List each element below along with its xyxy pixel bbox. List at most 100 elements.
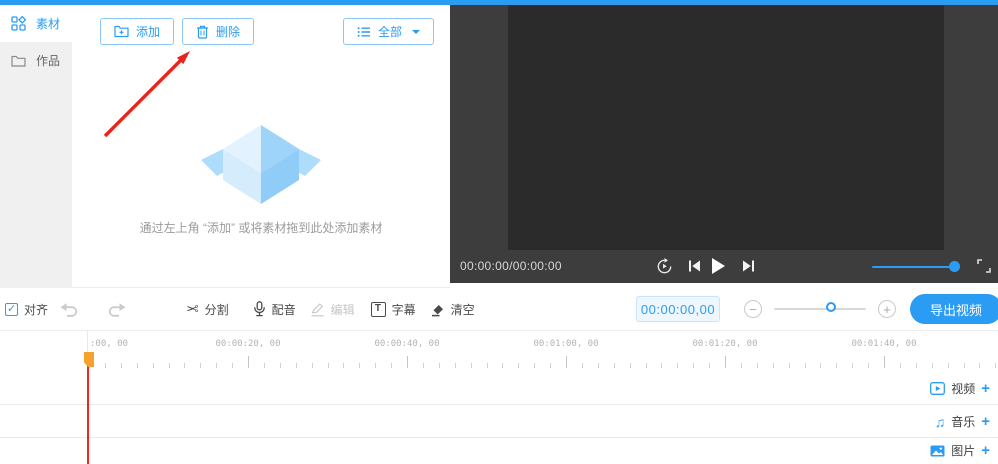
ruler-tick — [518, 363, 520, 368]
timeline-zoom-slider[interactable] — [773, 302, 866, 312]
add-button-label: 添加 — [136, 25, 161, 39]
ruler-tick — [327, 363, 329, 368]
track-label: 图片 — [951, 444, 976, 458]
filter-selected-label: 全部 — [377, 25, 402, 39]
edit-label: 编辑 — [330, 302, 355, 317]
ruler-tick — [915, 363, 917, 368]
ruler-tick — [995, 363, 997, 368]
ruler-tick — [200, 363, 202, 368]
ruler-tick — [152, 363, 154, 368]
export-video-button[interactable]: 导出视频 — [909, 294, 998, 324]
pencil-icon — [310, 302, 325, 317]
ruler-time-label: 00:01:00, 00 — [533, 339, 599, 349]
ruler-tick — [613, 363, 615, 368]
scissors-icon: ✂ — [186, 300, 199, 318]
folder-plus-icon — [114, 25, 129, 38]
skip-to-start-button[interactable] — [688, 260, 701, 272]
ruler-tick — [311, 363, 313, 368]
clear-button[interactable]: 清空 — [430, 301, 475, 318]
ruler-tick — [947, 363, 949, 368]
skip-to-end-button[interactable] — [742, 260, 755, 272]
video-track-header: 视频 + — [930, 380, 990, 397]
ruler-tick — [470, 363, 472, 368]
align-checkbox[interactable] — [5, 302, 18, 316]
split-button[interactable]: ✂ 分割 — [186, 301, 229, 318]
volume-slider-knob[interactable] — [949, 261, 960, 272]
ruler-tick — [629, 363, 631, 368]
music-note-icon: ♫ — [934, 413, 946, 430]
video-icon — [930, 382, 946, 395]
video-preview: 00:00:00/00:00:00 — [450, 5, 998, 283]
volume-slider[interactable] — [872, 266, 960, 268]
ruler-tick — [120, 363, 122, 368]
empty-hint-text: 通过左上角 “添加” 或将素材拖到此处添加素材 — [139, 221, 383, 235]
timeline-ruler[interactable]: :00, 00 00:00:20, 00 00:00:40, 00 00:01:00,… — [88, 331, 998, 371]
clear-label: 清空 — [450, 302, 475, 317]
align-toggle[interactable]: 对齐 — [5, 301, 48, 318]
sidebar-item-materials[interactable]: 素材 — [0, 5, 72, 42]
split-label: 分割 — [204, 302, 229, 317]
ruler-tick — [454, 363, 456, 368]
player-controls: 00:00:00/00:00:00 — [450, 250, 998, 283]
fullscreen-icon[interactable] — [977, 259, 991, 273]
music-track-lane[interactable] — [88, 404, 998, 437]
undo-button[interactable] — [60, 302, 80, 317]
ruler-tick — [279, 363, 281, 368]
ruler-tick — [677, 363, 679, 368]
ruler-time-label: 00:01:40, 00 — [851, 339, 917, 349]
image-track-header: 图片 + — [930, 442, 990, 459]
ruler-time-label: 00:00:40, 00 — [374, 339, 440, 349]
align-label: 对齐 — [24, 302, 49, 317]
timeline-zoom-out-button[interactable]: − — [743, 300, 762, 318]
ruler-tick — [788, 363, 790, 368]
ruler-tick — [263, 363, 265, 368]
empty-box-illustration — [72, 103, 450, 205]
ruler-tick — [486, 363, 488, 368]
add-music-button[interactable]: + — [981, 414, 990, 429]
video-canvas — [508, 5, 944, 250]
loop-play-button[interactable] — [656, 258, 673, 275]
playhead-handle[interactable] — [84, 352, 94, 367]
delete-button[interactable]: 删除 — [182, 18, 255, 45]
player-time-display: 00:00:00/00:00:00 — [460, 259, 562, 273]
microphone-icon — [253, 301, 266, 317]
add-button[interactable]: 添加 — [100, 18, 175, 45]
add-image-button[interactable]: + — [981, 443, 990, 458]
filter-dropdown[interactable]: 全部 — [342, 18, 434, 45]
play-button[interactable] — [712, 258, 725, 274]
image-icon — [930, 445, 945, 457]
track-label: 音乐 — [951, 415, 976, 429]
video-track-lane[interactable] — [88, 371, 998, 404]
current-time-input[interactable]: 00:00:00,00 — [635, 296, 720, 322]
ruler-tick — [836, 363, 838, 368]
ruler-tick — [359, 363, 361, 368]
dubbing-button[interactable]: 配音 — [253, 301, 296, 318]
ruler-tick — [534, 363, 536, 368]
track-label: 视频 — [951, 382, 976, 396]
sidebar-item-label: 作品 — [36, 54, 61, 68]
folder-icon — [11, 55, 26, 67]
ruler-tick — [502, 363, 504, 368]
ruler-tick — [725, 356, 726, 368]
ruler-tick — [216, 363, 218, 368]
ruler-tick — [868, 363, 870, 368]
ruler-tick — [740, 363, 742, 368]
edit-button[interactable]: 编辑 — [310, 301, 355, 318]
redo-button[interactable] — [106, 302, 126, 317]
timeline-zoom-knob[interactable] — [825, 302, 836, 312]
timeline-zoom-in-button[interactable]: + — [877, 300, 896, 318]
subtitle-t-icon — [370, 301, 386, 317]
ruler-tick — [852, 363, 854, 368]
subtitle-button[interactable]: 字幕 — [370, 301, 416, 318]
ruler-time-label: 00:00:20, 00 — [215, 339, 281, 349]
sidebar-item-label: 素材 — [36, 17, 61, 31]
ruler-tick — [248, 356, 249, 368]
add-video-button[interactable]: + — [981, 381, 990, 396]
sidebar-item-works[interactable]: 作品 — [0, 42, 72, 79]
ruler-tick — [184, 363, 186, 368]
ruler-tick — [581, 363, 583, 368]
delete-button-label: 删除 — [216, 25, 241, 39]
playhead-line — [87, 360, 89, 464]
image-track-lane[interactable] — [88, 437, 998, 464]
ruler-tick — [820, 363, 822, 368]
